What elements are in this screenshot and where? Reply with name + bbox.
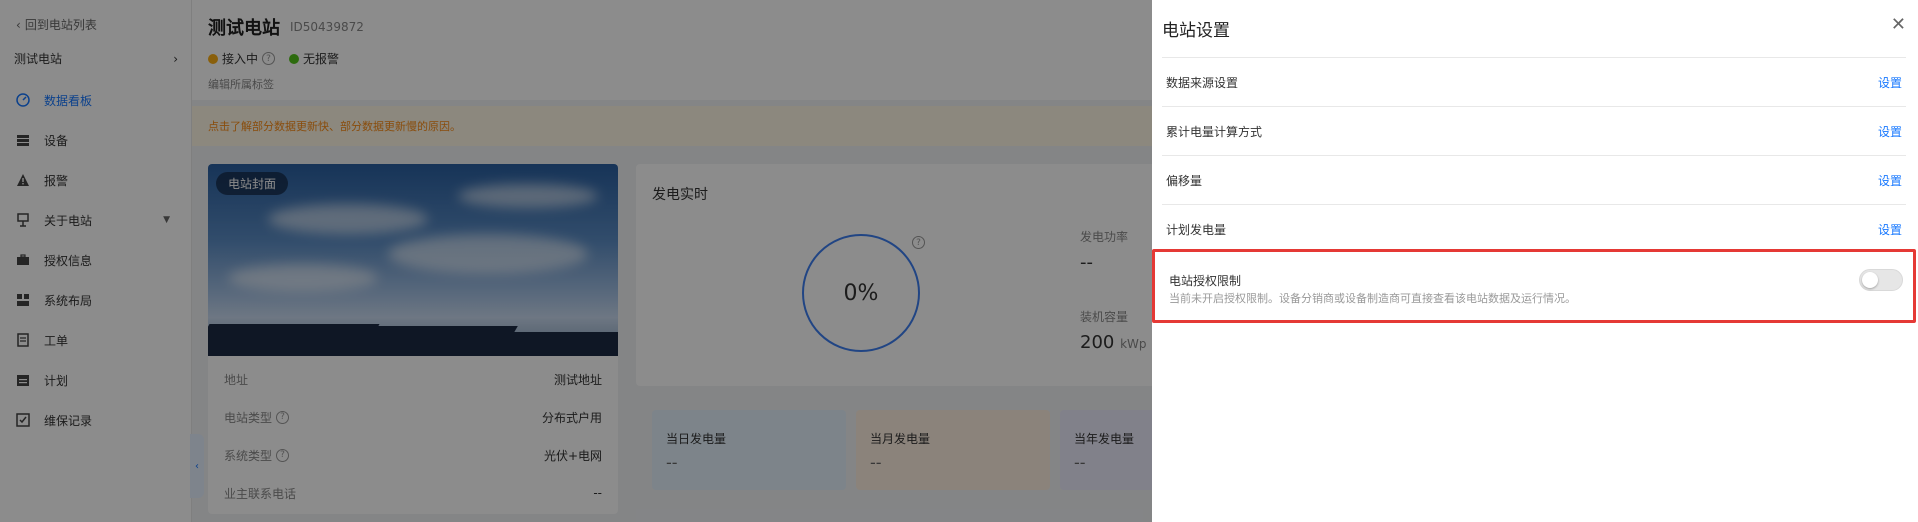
setting-row-offset: 偏移量 设置	[1162, 155, 1906, 204]
data-source-setting-link[interactable]: 设置	[1878, 74, 1902, 91]
setting-row-energy-calc: 累计电量计算方式 设置	[1162, 106, 1906, 155]
settings-drawer: 电站设置 ✕ 数据来源设置 设置 累计电量计算方式 设置 偏移量 设置 计划发电…	[1152, 0, 1918, 522]
toggle-knob	[1862, 272, 1878, 288]
auth-restriction-description: 当前未开启授权限制。设备分销商或设备制造商可直接查看该电站数据及运行情况。	[1169, 292, 1576, 305]
auth-restriction-title: 电站授权限制	[1169, 274, 1242, 288]
planned-energy-setting-link[interactable]: 设置	[1878, 221, 1902, 238]
close-icon[interactable]: ✕	[1891, 14, 1906, 35]
setting-row-data-source: 数据来源设置 设置	[1162, 57, 1906, 106]
offset-setting-link[interactable]: 设置	[1878, 172, 1902, 189]
auth-restriction-toggle[interactable]	[1859, 269, 1903, 291]
drawer-title: 电站设置	[1162, 21, 1230, 41]
energy-calc-setting-link[interactable]: 设置	[1878, 123, 1902, 140]
modal-overlay[interactable]	[0, 0, 1152, 522]
setting-row-planned-energy: 计划发电量 设置	[1162, 204, 1906, 253]
auth-restriction-highlight: 电站授权限制 当前未开启授权限制。设备分销商或设备制造商可直接查看该电站数据及运…	[1152, 249, 1916, 323]
